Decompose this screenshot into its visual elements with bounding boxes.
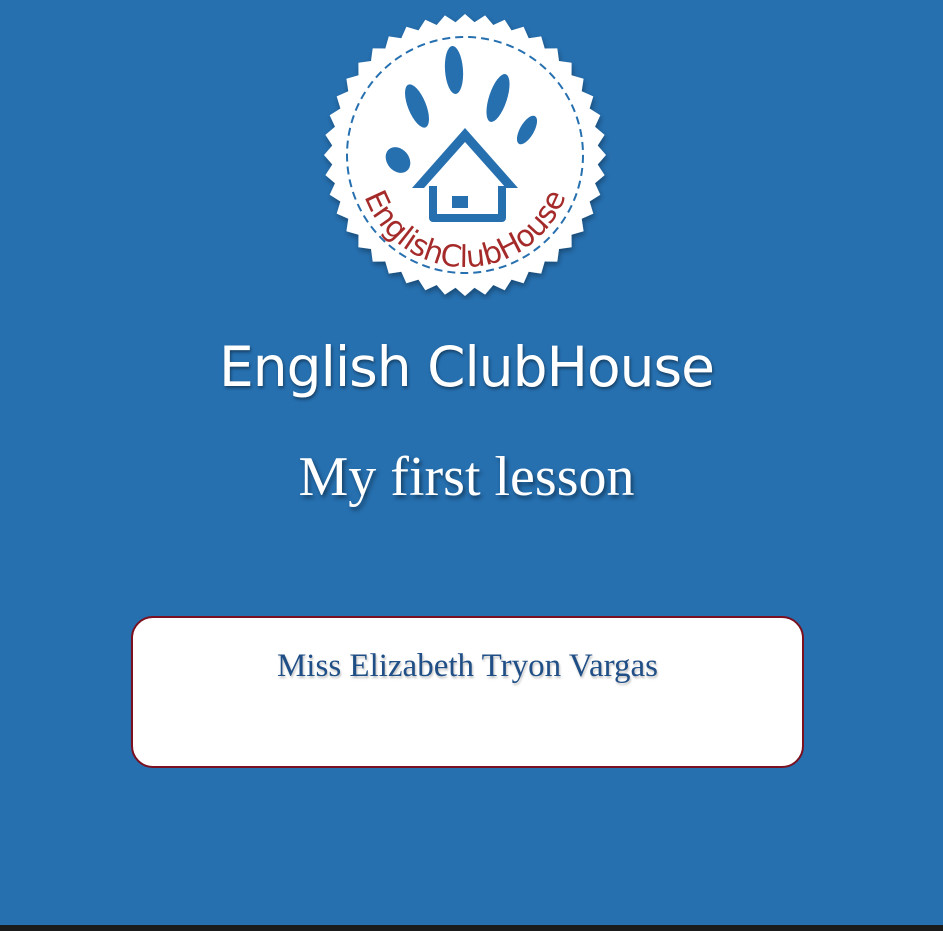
site-title: English ClubHouse <box>219 335 715 399</box>
bottom-bar <box>0 925 943 931</box>
teacher-card: Miss Elizabeth Tryon Vargas <box>131 616 804 768</box>
handprint-house-badge-icon: EnglishClubHouse <box>324 14 606 296</box>
site-logo: EnglishClubHouse <box>320 10 610 300</box>
teacher-name: Miss Elizabeth Tryon Vargas <box>276 648 659 684</box>
lesson-title: My first lesson <box>298 446 635 508</box>
